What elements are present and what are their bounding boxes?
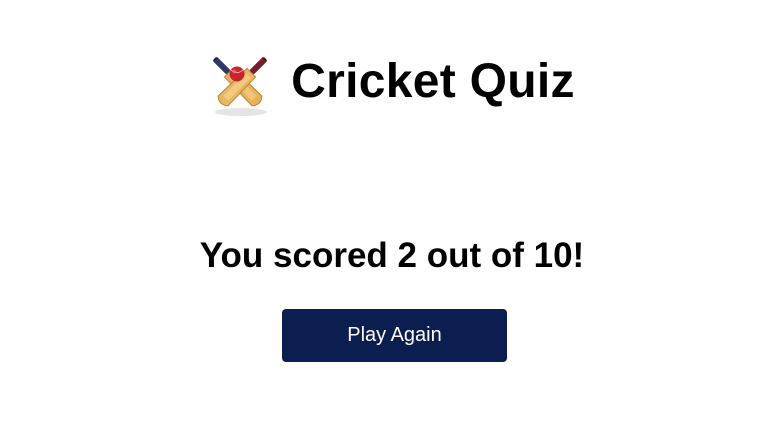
score-message: You scored 2 out of 10! [199, 236, 585, 275]
quiz-result-page: Cricket Quiz You scored 2 out of 10! Pla… [0, 0, 784, 429]
crossed-cricket-bats-icon [213, 57, 268, 116]
header: Cricket Quiz [0, 44, 784, 120]
page-title: Cricket Quiz [291, 54, 575, 108]
play-again-button[interactable]: Play Again [282, 309, 507, 362]
